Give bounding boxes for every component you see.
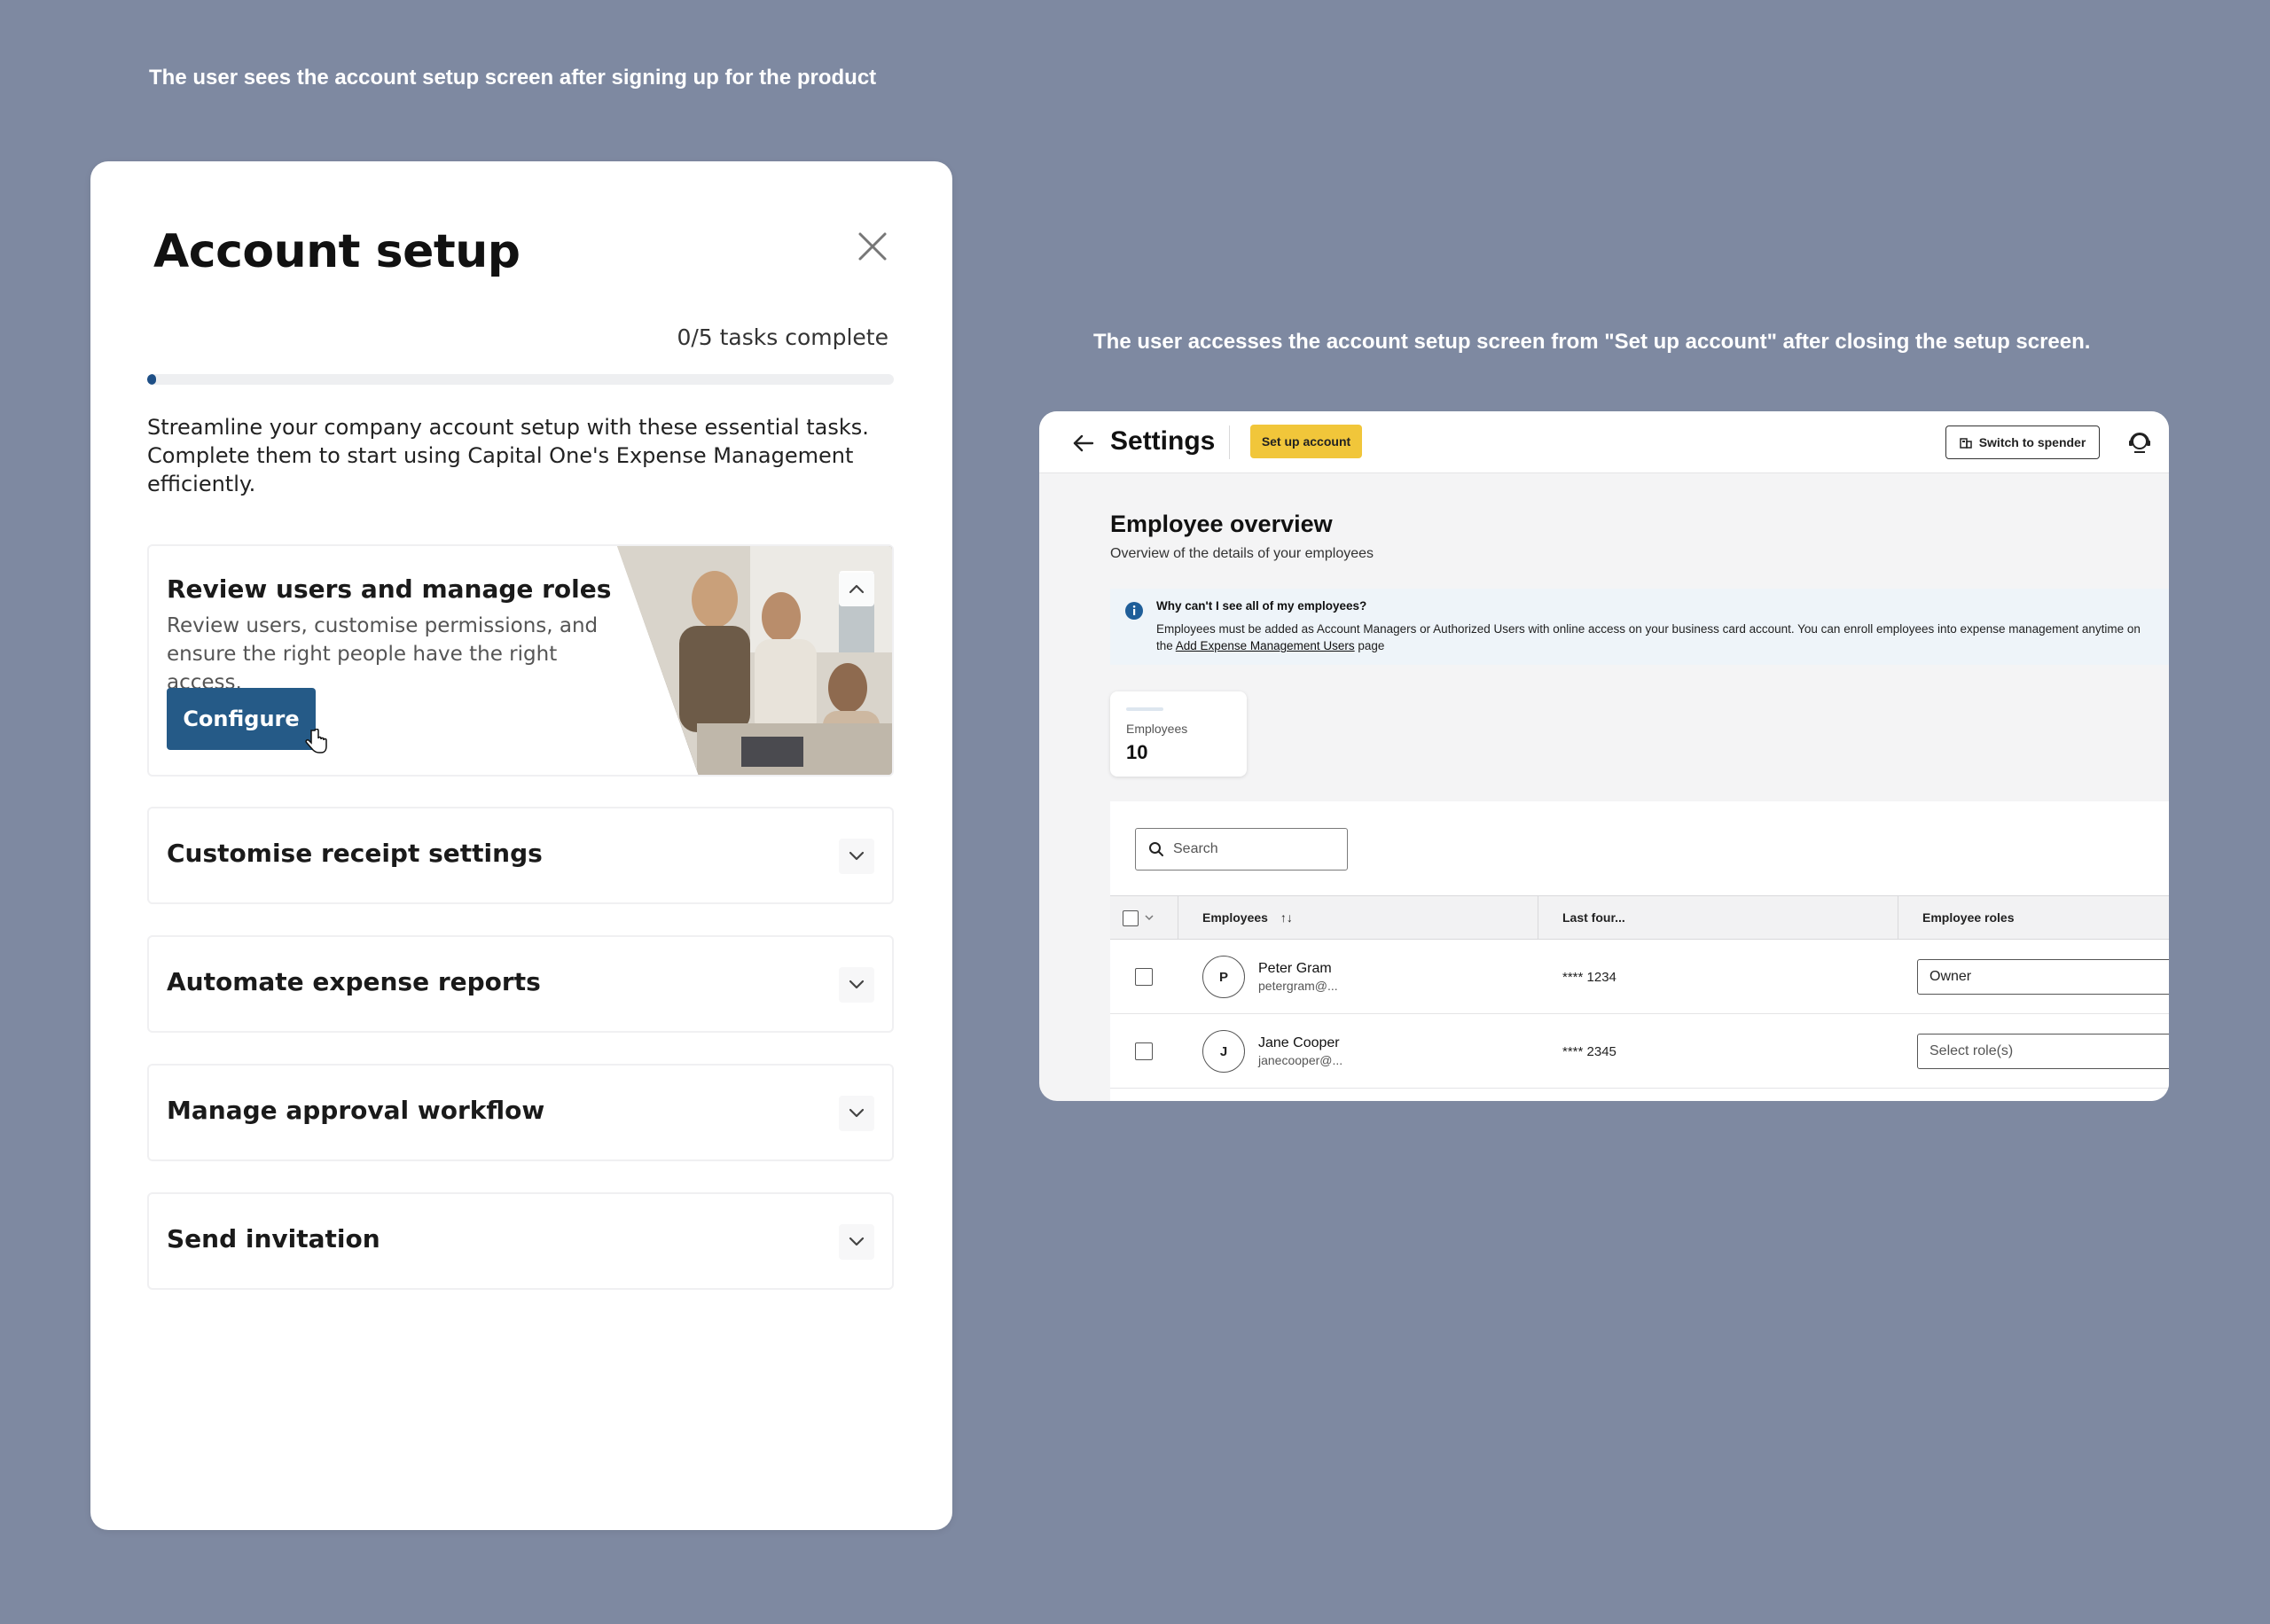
- progress-bar: [147, 374, 894, 385]
- task-label: Automate expense reports: [167, 967, 541, 996]
- arrow-left-icon: [1073, 434, 1094, 452]
- info-heading: Why can't I see all of my employees?: [1156, 599, 1367, 613]
- chevron-down-icon: [849, 851, 865, 861]
- column-employees[interactable]: Employees ↑↓: [1202, 910, 1293, 925]
- search-field[interactable]: [1135, 828, 1348, 871]
- close-icon: [858, 232, 887, 261]
- expand-task-button[interactable]: [839, 839, 874, 874]
- column-last-four[interactable]: Last four...: [1562, 910, 1625, 925]
- task-expense-reports[interactable]: Automate expense reports: [147, 935, 894, 1033]
- info-body: Employees must be added as Account Manag…: [1156, 621, 2149, 654]
- support-agent-icon[interactable]: [2126, 429, 2153, 456]
- chevron-up-icon: [849, 584, 865, 594]
- search-input[interactable]: [1173, 838, 1342, 861]
- task-description: Review users, customise permissions, and…: [167, 614, 599, 694]
- building-icon: [1959, 438, 1972, 449]
- configure-button[interactable]: Configure: [167, 688, 316, 750]
- table-header: Employees ↑↓ Last four... Employee roles: [1110, 895, 2169, 941]
- row-checkbox[interactable]: [1135, 968, 1153, 986]
- close-button[interactable]: [855, 229, 890, 264]
- avatar: J: [1202, 1030, 1245, 1073]
- chevron-down-icon: [849, 1108, 865, 1118]
- stat-accent: [1126, 707, 1163, 711]
- expand-task-button[interactable]: [839, 1096, 874, 1131]
- employee-email: janecooper@...: [1258, 1053, 1343, 1067]
- overview-title: Employee overview: [1110, 511, 1333, 537]
- task-label: Manage approval workflow: [167, 1096, 545, 1125]
- add-users-link[interactable]: Add Expense Management Users: [1176, 639, 1355, 652]
- progress-fill: [147, 374, 156, 385]
- setup-title: Account setup: [153, 225, 521, 278]
- account-setup-panel: Account setup 0/5 tasks complete Streaml…: [90, 161, 952, 1530]
- top-bar: Settings Set up account Switch to spende…: [1039, 411, 2169, 473]
- settings-window: Settings Set up account Switch to spende…: [1039, 411, 2169, 1101]
- set-up-account-button[interactable]: Set up account: [1250, 425, 1362, 458]
- progress-text: 0/5 tasks complete: [677, 324, 888, 350]
- task-label: Customise receipt settings: [167, 839, 543, 868]
- employee-last-four: **** 2345: [1562, 1044, 1616, 1059]
- employee-name: Peter Gram: [1258, 961, 1332, 976]
- hand-cursor-icon: [305, 729, 327, 753]
- expand-task-button[interactable]: [839, 967, 874, 1003]
- collapse-task-button[interactable]: [839, 571, 874, 606]
- employee-email: petergram@...: [1258, 979, 1338, 993]
- column-employees-label: Employees: [1202, 910, 1268, 925]
- page-title: Settings: [1110, 426, 1216, 456]
- search-icon: [1149, 842, 1163, 856]
- switch-to-spender-button[interactable]: Switch to spender: [1945, 426, 2100, 459]
- avatar: P: [1202, 956, 1245, 998]
- employee-last-four: **** 1234: [1562, 970, 1616, 985]
- info-icon: [1125, 602, 1143, 620]
- table-row: P Peter Gram petergram@... **** 1234 Own…: [1110, 940, 2169, 1014]
- right-caption: The user accesses the account setup scre…: [1093, 330, 2091, 354]
- sort-icon[interactable]: ↑↓: [1280, 910, 1293, 925]
- task-title: Review users and manage roles: [167, 574, 612, 604]
- chevron-down-icon[interactable]: [1144, 914, 1155, 921]
- stat-label: Employees: [1126, 722, 1188, 736]
- chevron-down-icon: [849, 980, 865, 989]
- role-select[interactable]: Owner: [1917, 959, 2169, 995]
- select-all-checkbox[interactable]: [1123, 910, 1139, 926]
- employees-stat-card: Employees 10: [1110, 691, 1247, 777]
- employee-name: Jane Cooper: [1258, 1035, 1340, 1050]
- setup-description: Streamline your company account setup wi…: [147, 415, 869, 496]
- task-label: Send invitation: [167, 1224, 380, 1253]
- overview-subtitle: Overview of the details of your employee…: [1110, 546, 1374, 561]
- info-banner: Why can't I see all of my employees? Emp…: [1110, 589, 2169, 665]
- back-button[interactable]: [1071, 431, 1096, 456]
- switch-button-label: Switch to spender: [1978, 435, 2086, 449]
- left-caption: The user sees the account setup screen a…: [149, 66, 877, 90]
- role-select[interactable]: Select role(s): [1917, 1034, 2169, 1069]
- task-send-invitation[interactable]: Send invitation: [147, 1192, 894, 1290]
- column-roles[interactable]: Employee roles: [1922, 910, 2015, 925]
- task-approval-workflow[interactable]: Manage approval workflow: [147, 1064, 894, 1161]
- divider: [1229, 426, 1230, 459]
- row-checkbox[interactable]: [1135, 1042, 1153, 1060]
- table-row: J Jane Cooper janecooper@... **** 2345 S…: [1110, 1014, 2169, 1089]
- task-review-users: Review users and manage roles Review use…: [147, 544, 894, 777]
- info-body-suffix: page: [1354, 639, 1385, 652]
- expand-task-button[interactable]: [839, 1224, 874, 1260]
- stat-value: 10: [1126, 741, 1148, 763]
- chevron-down-icon: [849, 1237, 865, 1246]
- task-receipt-settings[interactable]: Customise receipt settings: [147, 807, 894, 904]
- employees-table-panel: Employees ↑↓ Last four... Employee roles…: [1110, 801, 2169, 1101]
